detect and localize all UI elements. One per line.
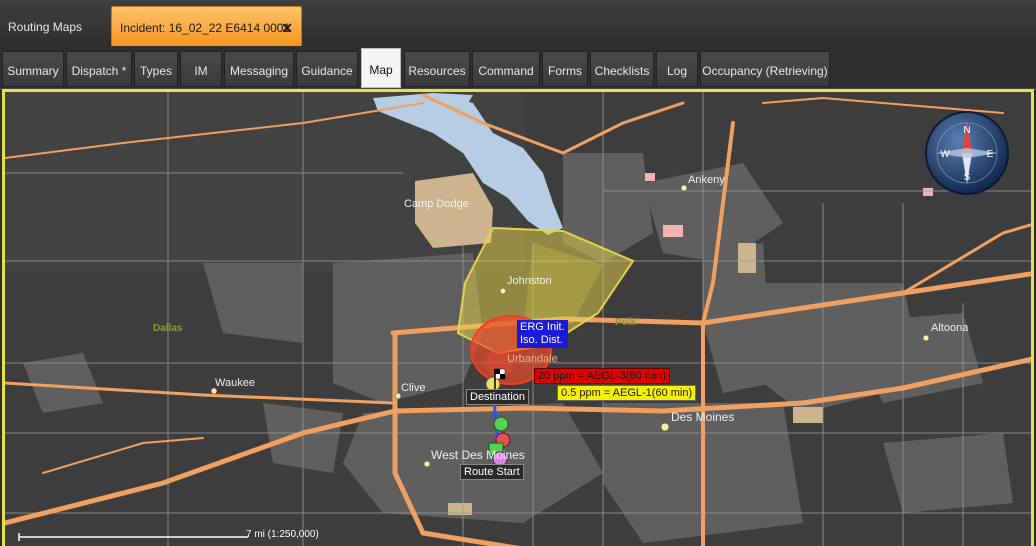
tab-messaging[interactable]: Messaging (224, 51, 294, 87)
route-marker-green[interactable] (493, 416, 509, 432)
svg-text:S: S (964, 172, 971, 183)
erg-label[interactable]: ERG Init. Iso. Dist. (517, 320, 568, 348)
county-dallas: Dallas (153, 323, 183, 334)
destination-label[interactable]: Destination (466, 389, 530, 405)
tab-guidance[interactable]: Guidance (296, 51, 358, 87)
place-waukee: Waukee (215, 377, 255, 389)
doc-tab-incident[interactable]: Incident: 16_02_22 E6414 0001 * ✕ (111, 6, 302, 77)
route-start-label[interactable]: Route Start (460, 464, 524, 480)
scale-label: 7 mi (1:250,000) (246, 529, 319, 540)
svg-text:W: W (940, 149, 950, 160)
erg-label-line1: ERG Init. (520, 321, 565, 333)
svg-text:E: E (987, 149, 994, 160)
place-clive: Clive (401, 382, 425, 394)
tab-summary[interactable]: Summary (2, 51, 64, 87)
svg-text:N: N (963, 125, 970, 136)
tab-forms[interactable]: Forms (542, 51, 588, 87)
tab-types[interactable]: Types (134, 51, 178, 87)
place-urbandale: Urbandale (507, 353, 558, 365)
doc-tab-routing-maps[interactable]: Routing Maps (0, 6, 110, 46)
compass-rose[interactable]: N S E W (924, 110, 1010, 196)
close-icon[interactable]: ✕ (281, 7, 293, 49)
place-west-des-moines: West Des Moines (431, 448, 525, 462)
tab-log[interactable]: Log (656, 51, 698, 87)
place-des-moines: Des Moines (671, 410, 734, 424)
compass-icon: N S E W (925, 111, 1009, 195)
place-altoona: Altoona (931, 322, 969, 334)
aegl3-label[interactable]: 20 ppm = AEGL-3(60 min) (534, 368, 671, 384)
tab-map[interactable]: Map (361, 48, 401, 88)
tab-checklists[interactable]: Checklists (590, 51, 654, 87)
tab-im[interactable]: IM (180, 51, 222, 87)
tab-dispatch[interactable]: Dispatch * (66, 51, 132, 87)
place-ankeny: Ankeny (688, 174, 725, 186)
tab-resources[interactable]: Resources (404, 51, 470, 87)
tab-occupancy[interactable]: Occupancy (Retrieving) (700, 51, 830, 87)
tab-command[interactable]: Command (472, 51, 540, 87)
place-johnston: Johnston (507, 275, 552, 287)
erg-label-line2: Iso. Dist. (520, 334, 563, 346)
aegl1-label[interactable]: 0.5 ppm = AEGL-1(60 min) (557, 385, 697, 401)
section-tabbar: Summary Dispatch * Types IM Messaging Gu… (0, 48, 1036, 90)
county-polk: Polk (615, 317, 637, 328)
document-tabbar: Routing Maps Incident: 16_02_22 E6414 00… (0, 0, 1036, 77)
place-camp-dodge: Camp Dodge (404, 198, 469, 210)
